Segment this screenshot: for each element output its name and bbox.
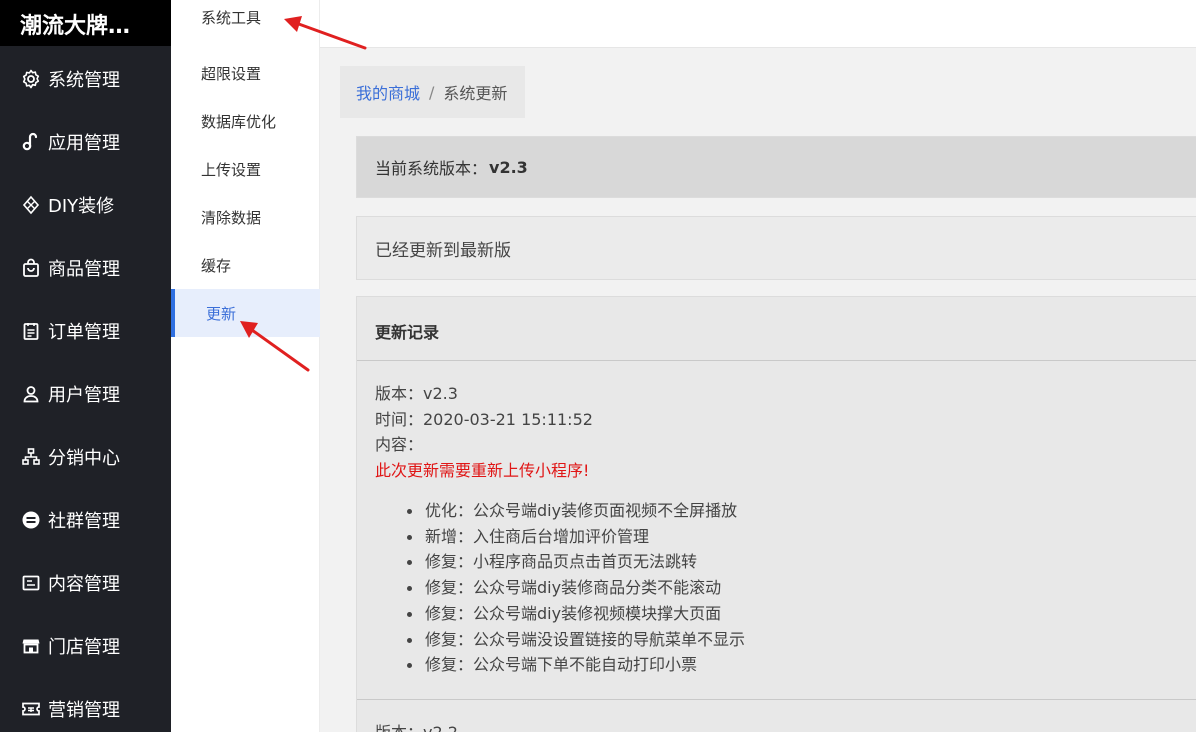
link-icon: [20, 131, 42, 153]
sidebar-item-label: 门店管理: [48, 637, 120, 658]
version-value: v2.3: [489, 157, 528, 177]
next-entry-version: 版本：v2.2: [357, 700, 1196, 732]
sidebar-item-apps[interactable]: 应用管理: [0, 122, 171, 162]
list-item: 修复：公众号端下单不能自动打印小票: [407, 652, 1196, 678]
gear-icon: [20, 68, 42, 90]
sidebar-item-system[interactable]: 系统管理: [0, 59, 171, 99]
list-item: 修复：公众号端没设置链接的导航菜单不显示: [407, 627, 1196, 653]
submenu-item-cache[interactable]: 缓存: [171, 241, 320, 289]
sidebar-item-label: 商品管理: [48, 259, 120, 280]
sidebar-item-diy[interactable]: DIY装修: [0, 185, 171, 225]
entry-change-list: 优化：公众号端diy装修页面视频不全屏播放 新增：入住商后台增加评价管理 修复：…: [375, 498, 1196, 678]
system-tools-submenu: 系统工具 超限设置 数据库优化 上传设置 清除数据 缓存 更新: [171, 0, 320, 732]
changelog-panel: 更新记录 版本：v2.3 时间：2020-03-21 15:11:52 内容： …: [356, 296, 1196, 732]
list-item: 优化：公众号端diy装修页面视频不全屏播放: [407, 498, 1196, 524]
changelog-title: 更新记录: [357, 297, 1196, 361]
diy-icon: [20, 194, 42, 216]
breadcrumb-separator: /: [429, 82, 435, 102]
top-header: [320, 0, 1196, 48]
current-version-panel: 当前系统版本： v2.3: [356, 136, 1196, 198]
list-item: 修复：小程序商品页点击首页无法跳转: [407, 549, 1196, 575]
sidebar-item-distribution[interactable]: 分销中心: [0, 437, 171, 477]
user-icon: [20, 383, 42, 405]
sidebar-item-goods[interactable]: 商品管理: [0, 248, 171, 288]
entry-warning: 此次更新需要重新上传小程序!: [375, 460, 590, 480]
entry-time: 时间：2020-03-21 15:11:52: [375, 409, 593, 429]
brand-title[interactable]: 潮流大牌…: [0, 0, 171, 46]
content-icon: [20, 572, 42, 594]
version-label: 当前系统版本：: [375, 159, 488, 178]
sidebar-item-label: DIY装修: [48, 196, 115, 217]
sidebar-item-label: 系统管理: [48, 70, 120, 91]
sidebar-item-label: 营销管理: [48, 700, 120, 721]
submenu-item-limit-settings[interactable]: 超限设置: [171, 49, 320, 97]
list-item: 修复：公众号端diy装修商品分类不能滚动: [407, 575, 1196, 601]
community-icon: [20, 509, 42, 531]
submenu-title[interactable]: 系统工具: [171, 0, 320, 41]
sidebar-item-label: 社群管理: [48, 511, 120, 532]
sidebar-item-users[interactable]: 用户管理: [0, 374, 171, 414]
submenu-item-upload-settings[interactable]: 上传设置: [171, 145, 320, 193]
sidebar-item-label: 用户管理: [48, 385, 120, 406]
changelog-entry: 版本：v2.3 时间：2020-03-21 15:11:52 内容： 此次更新需…: [357, 361, 1196, 678]
update-status-text: 已经更新到最新版: [375, 240, 511, 261]
list-item: 修复：公众号端diy装修视频模块撑大页面: [407, 601, 1196, 627]
sidebar-item-orders[interactable]: 订单管理: [0, 311, 171, 351]
clipboard-icon: [20, 320, 42, 342]
sidebar-item-label: 内容管理: [48, 574, 120, 595]
entry-version: 版本：v2.3: [375, 384, 458, 403]
breadcrumb-home-link[interactable]: 我的商城: [356, 80, 420, 104]
sidebar-item-stores[interactable]: 门店管理: [0, 626, 171, 666]
entry-content-label: 内容：: [375, 435, 424, 454]
submenu-item-clear-data[interactable]: 清除数据: [171, 193, 320, 241]
breadcrumb-current: 系统更新: [443, 84, 508, 103]
org-chart-icon: [20, 446, 42, 468]
sidebar-item-label: 分销中心: [48, 448, 120, 469]
breadcrumb: 我的商城 / 系统更新: [340, 66, 526, 118]
sidebar-item-marketing[interactable]: 营销管理: [0, 689, 171, 729]
list-item: 新增：入住商后台增加评价管理: [407, 524, 1196, 550]
submenu-item-db-optimize[interactable]: 数据库优化: [171, 97, 320, 145]
sidebar-item-label: 应用管理: [48, 133, 120, 154]
sidebar-item-label: 订单管理: [48, 322, 120, 343]
sidebar-item-community[interactable]: 社群管理: [0, 500, 171, 540]
main-sidebar: 潮流大牌… 系统管理 应用管理 DIY装修 商品管理 订单管理 用户管理 分销中…: [0, 0, 171, 732]
bag-icon: [20, 257, 42, 279]
update-status-panel: 已经更新到最新版: [356, 216, 1196, 280]
sidebar-item-content[interactable]: 内容管理: [0, 563, 171, 603]
store-icon: [20, 635, 42, 657]
submenu-item-update[interactable]: 更新: [171, 289, 320, 337]
ticket-icon: [20, 698, 42, 720]
